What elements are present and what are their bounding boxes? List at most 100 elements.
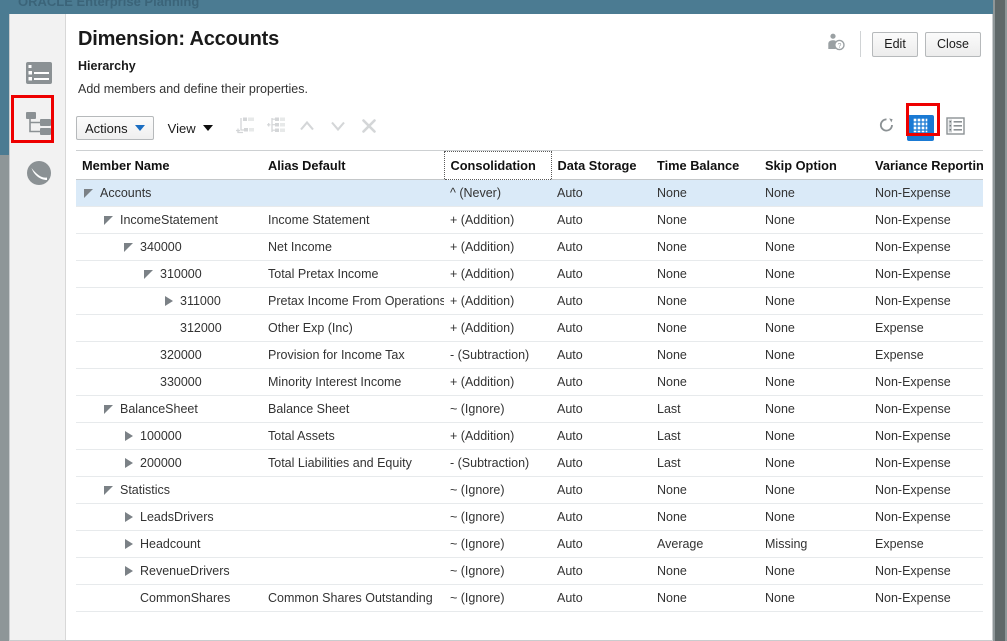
- cell-alias-default[interactable]: [262, 179, 444, 207]
- cell-skip-option[interactable]: None: [759, 503, 869, 531]
- table-row[interactable]: 312000 Other Exp (Inc) + (Addition) Auto Non…: [76, 314, 983, 342]
- column-header-variance-reporting[interactable]: Variance Reporting: [869, 151, 983, 180]
- cell-consolidation[interactable]: + (Addition): [444, 422, 551, 450]
- collapse-icon[interactable]: [122, 240, 136, 254]
- table-row[interactable]: CommonShares Common Shares Outstanding ~ (…: [76, 584, 983, 612]
- cell-skip-option[interactable]: None: [759, 557, 869, 585]
- table-row[interactable]: 200000 Total Liabilities and Equity - (Sub…: [76, 449, 983, 477]
- cell-member-name[interactable]: CommonShares: [76, 584, 262, 612]
- table-row[interactable]: LeadsDrivers ~ (Ignore) Auto None None Non-Ex…: [76, 503, 983, 531]
- cell-variance-reporting[interactable]: Non-Expense: [869, 449, 983, 477]
- table-row[interactable]: IncomeStatement Income Statement + (Additi…: [76, 206, 983, 234]
- cell-data-storage[interactable]: Auto: [551, 314, 651, 342]
- cell-alias-default[interactable]: Pretax Income From Operations: [262, 287, 444, 315]
- cell-time-balance[interactable]: None: [651, 233, 759, 261]
- cell-consolidation[interactable]: ^ (Never): [444, 179, 551, 207]
- cell-time-balance[interactable]: None: [651, 557, 759, 585]
- cell-data-storage[interactable]: Auto: [551, 179, 651, 207]
- cell-alias-default[interactable]: Balance Sheet: [262, 395, 444, 423]
- cell-time-balance[interactable]: Average: [651, 530, 759, 558]
- cell-alias-default[interactable]: [262, 530, 444, 558]
- column-header-data-storage[interactable]: Data Storage: [551, 151, 651, 180]
- cell-alias-default[interactable]: Other Exp (Inc): [262, 314, 444, 342]
- cell-consolidation[interactable]: + (Addition): [444, 287, 551, 315]
- cell-time-balance[interactable]: Last: [651, 449, 759, 477]
- cell-consolidation[interactable]: ~ (Ignore): [444, 557, 551, 585]
- cell-consolidation[interactable]: + (Addition): [444, 260, 551, 288]
- table-row[interactable]: Headcount ~ (Ignore) Auto Average Missing Exp…: [76, 530, 983, 558]
- cell-skip-option[interactable]: None: [759, 476, 869, 504]
- edit-button[interactable]: Edit: [872, 31, 919, 57]
- table-row[interactable]: Statistics ~ (Ignore) Auto None None Non-Expe…: [76, 476, 983, 504]
- cell-skip-option[interactable]: None: [759, 179, 869, 207]
- cell-data-storage[interactable]: Auto: [551, 260, 651, 288]
- cell-variance-reporting[interactable]: Non-Expense: [869, 179, 983, 207]
- expand-icon[interactable]: [122, 510, 136, 524]
- cell-member-name[interactable]: 311000: [76, 287, 262, 315]
- cell-time-balance[interactable]: None: [651, 179, 759, 207]
- cell-variance-reporting[interactable]: Non-Expense: [869, 557, 983, 585]
- column-header-consolidation[interactable]: Consolidation: [443, 151, 552, 180]
- cell-alias-default[interactable]: Income Statement: [262, 206, 444, 234]
- view-menu-button[interactable]: View: [163, 116, 218, 140]
- cell-consolidation[interactable]: + (Addition): [444, 368, 551, 396]
- cell-time-balance[interactable]: None: [651, 287, 759, 315]
- cell-data-storage[interactable]: Auto: [551, 395, 651, 423]
- cell-time-balance[interactable]: None: [651, 584, 759, 612]
- table-row[interactable]: 340000 Net Income + (Addition) Auto None None…: [76, 233, 983, 261]
- cell-time-balance[interactable]: None: [651, 206, 759, 234]
- cell-skip-option[interactable]: None: [759, 287, 869, 315]
- cell-time-balance[interactable]: None: [651, 503, 759, 531]
- cell-data-storage[interactable]: Auto: [551, 557, 651, 585]
- table-row[interactable]: 311000 Pretax Income From Operations + (Ad…: [76, 287, 983, 315]
- sidebar-item-hierarchy[interactable]: [22, 108, 56, 142]
- cell-skip-option[interactable]: None: [759, 368, 869, 396]
- cell-variance-reporting[interactable]: Non-Expense: [869, 368, 983, 396]
- cell-variance-reporting[interactable]: Expense: [869, 314, 983, 342]
- cell-member-name[interactable]: BalanceSheet: [76, 395, 262, 423]
- cell-skip-option[interactable]: None: [759, 314, 869, 342]
- cell-time-balance[interactable]: Last: [651, 395, 759, 423]
- cell-variance-reporting[interactable]: Non-Expense: [869, 260, 983, 288]
- cell-alias-default[interactable]: [262, 557, 444, 585]
- add-sibling-button[interactable]: [263, 115, 290, 141]
- sidebar-item-evaluation-order[interactable]: [22, 158, 56, 192]
- sidebar-item-properties[interactable]: [22, 58, 56, 92]
- cell-alias-default[interactable]: [262, 476, 444, 504]
- cell-consolidation[interactable]: - (Subtraction): [444, 449, 551, 477]
- cell-consolidation[interactable]: ~ (Ignore): [444, 476, 551, 504]
- column-header-time-balance[interactable]: Time Balance: [651, 151, 759, 180]
- cell-alias-default[interactable]: Common Shares Outstanding: [262, 584, 444, 612]
- refresh-button[interactable]: [873, 115, 899, 141]
- cell-variance-reporting[interactable]: Non-Expense: [869, 503, 983, 531]
- cell-time-balance[interactable]: None: [651, 368, 759, 396]
- table-row[interactable]: BalanceSheet Balance Sheet ~ (Ignore) Auto L…: [76, 395, 983, 423]
- expand-icon[interactable]: [122, 456, 136, 470]
- cell-data-storage[interactable]: Auto: [551, 341, 651, 369]
- cell-variance-reporting[interactable]: Non-Expense: [869, 584, 983, 612]
- cell-consolidation[interactable]: + (Addition): [444, 206, 551, 234]
- cell-data-storage[interactable]: Auto: [551, 449, 651, 477]
- cell-consolidation[interactable]: - (Subtraction): [444, 341, 551, 369]
- column-header-member-name[interactable]: Member Name: [76, 151, 262, 180]
- cell-variance-reporting[interactable]: Non-Expense: [869, 206, 983, 234]
- table-row[interactable]: 310000 Total Pretax Income + (Addition) Aut…: [76, 260, 983, 288]
- cell-member-name[interactable]: 310000: [76, 260, 262, 288]
- expand-icon[interactable]: [162, 294, 176, 308]
- cell-variance-reporting[interactable]: Non-Expense: [869, 395, 983, 423]
- cell-skip-option[interactable]: Missing: [759, 530, 869, 558]
- cell-data-storage[interactable]: Auto: [551, 584, 651, 612]
- collapse-icon[interactable]: [82, 186, 96, 200]
- cell-alias-default[interactable]: Provision for Income Tax: [262, 341, 444, 369]
- cell-data-storage[interactable]: Auto: [551, 503, 651, 531]
- cell-consolidation[interactable]: ~ (Ignore): [444, 503, 551, 531]
- cell-member-name[interactable]: RevenueDrivers: [76, 557, 262, 585]
- cell-data-storage[interactable]: Auto: [551, 233, 651, 261]
- cell-time-balance[interactable]: None: [651, 260, 759, 288]
- cell-member-name[interactable]: 340000: [76, 233, 262, 261]
- cell-alias-default[interactable]: Net Income: [262, 233, 444, 261]
- cell-consolidation[interactable]: ~ (Ignore): [444, 395, 551, 423]
- cell-skip-option[interactable]: None: [759, 341, 869, 369]
- cell-skip-option[interactable]: None: [759, 395, 869, 423]
- column-header-alias-default[interactable]: Alias Default: [262, 151, 444, 180]
